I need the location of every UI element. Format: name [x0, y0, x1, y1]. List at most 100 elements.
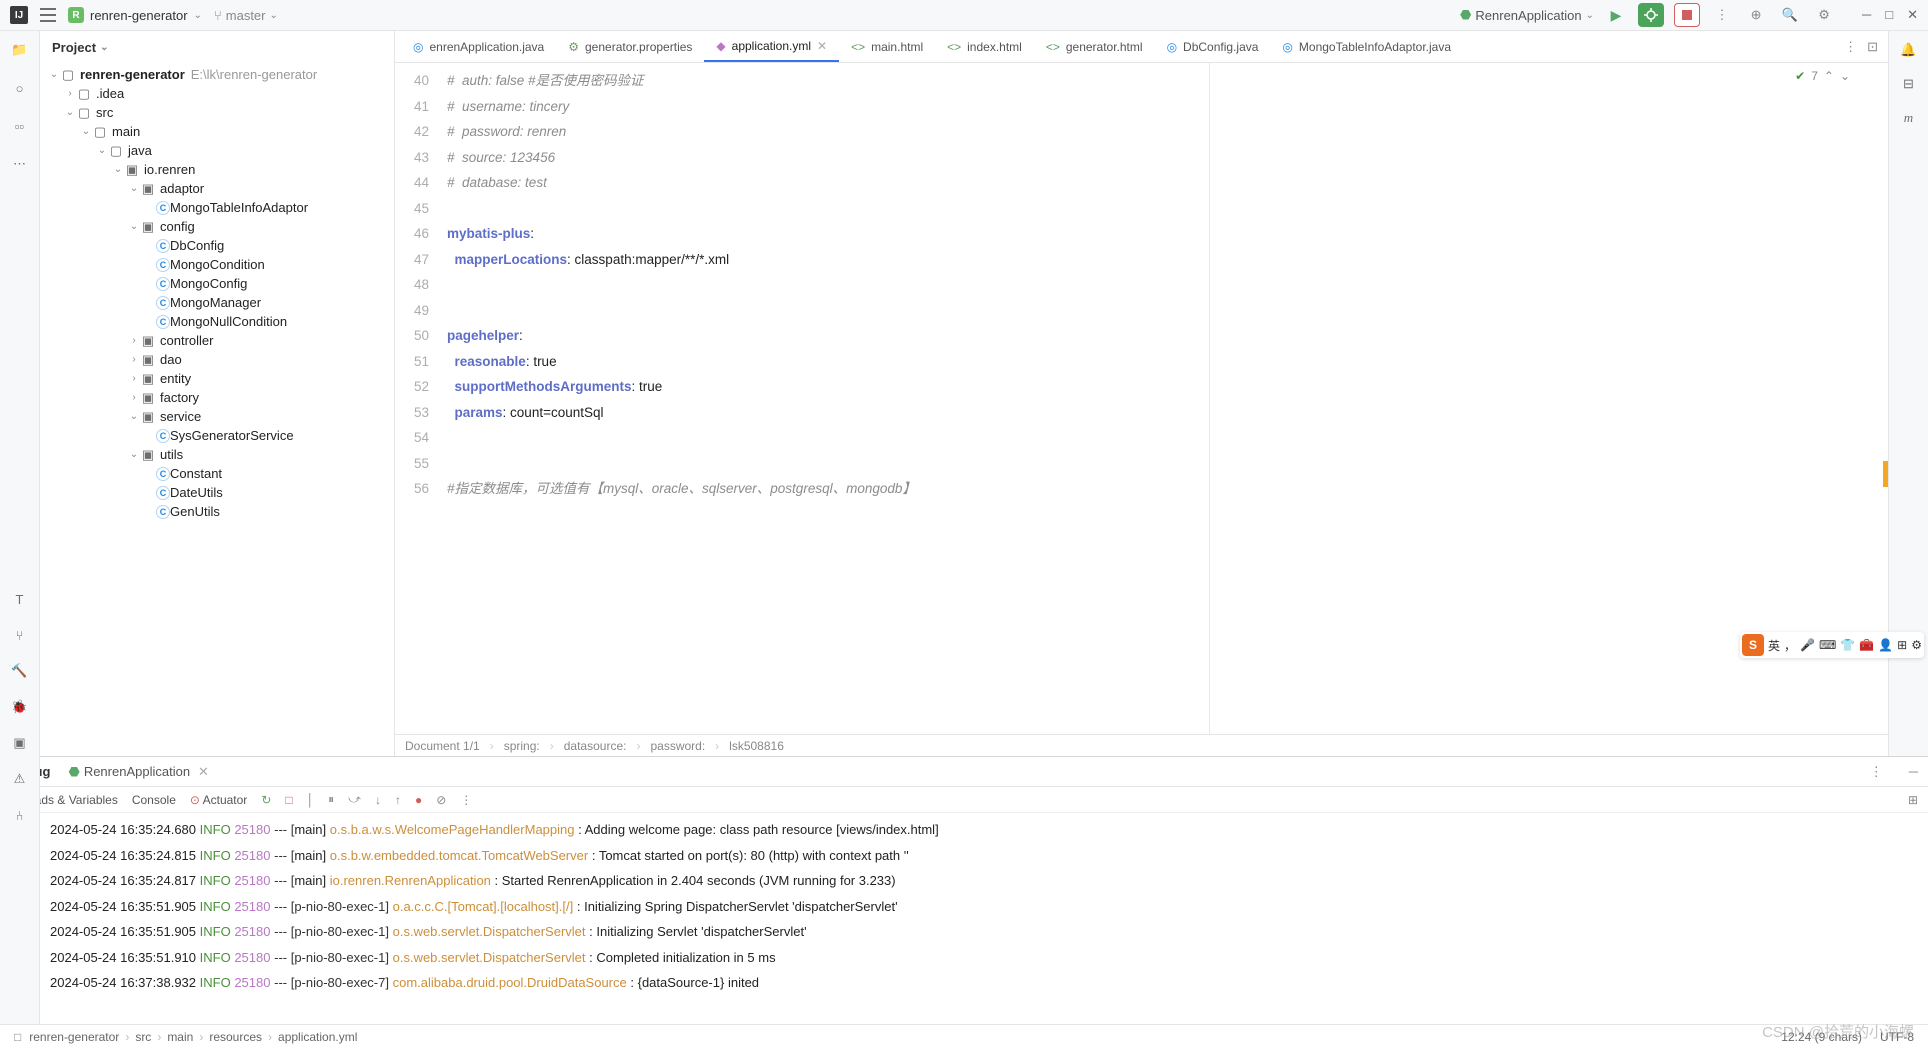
- layout-icon[interactable]: ⊞: [1908, 793, 1918, 807]
- tree-item[interactable]: ⌄▣config: [40, 217, 394, 236]
- settings-icon[interactable]: ⚙: [1812, 3, 1836, 27]
- tree-item[interactable]: CGenUtils: [40, 502, 394, 521]
- debug-run-tab[interactable]: ⬣ RenrenApplication ✕: [68, 764, 209, 780]
- tree-item[interactable]: ›▣dao: [40, 350, 394, 369]
- more-icon[interactable]: ⋮: [1710, 3, 1734, 27]
- tree-item[interactable]: CMongoManager: [40, 293, 394, 312]
- editor-tab[interactable]: ⚙generator.properties: [556, 31, 704, 62]
- editor-tab[interactable]: ◎DbConfig.java: [1155, 31, 1271, 62]
- editor-breadcrumbs[interactable]: Document 1/1›spring:›datasource:›passwor…: [395, 734, 1888, 756]
- structure-tool-icon[interactable]: ▫▫: [11, 117, 29, 135]
- step-out-icon[interactable]: ↑: [395, 793, 401, 807]
- status-breadcrumbs[interactable]: renren-generator›src›main›resources›appl…: [29, 1030, 357, 1044]
- step-over-icon[interactable]: ⤻: [348, 792, 361, 807]
- tree-item[interactable]: ⌄▣adaptor: [40, 179, 394, 198]
- tree-item[interactable]: ›▣entity: [40, 369, 394, 388]
- project-letter-icon: R: [68, 7, 84, 23]
- mute-breakpoints-icon[interactable]: ⊘: [436, 793, 446, 807]
- stop-button[interactable]: [1674, 3, 1700, 27]
- tree-item[interactable]: ⌄▣utils: [40, 445, 394, 464]
- code-with-me-icon[interactable]: ⊕: [1744, 3, 1768, 27]
- tab-more-icon[interactable]: ⋮: [1844, 39, 1857, 55]
- inspection-badge[interactable]: ✔7 ⌃⌄: [1795, 69, 1850, 83]
- ime-punct-icon[interactable]: ，: [1784, 637, 1796, 654]
- tree-item[interactable]: CMongoCondition: [40, 255, 394, 274]
- status-project-icon[interactable]: □: [14, 1030, 21, 1044]
- ime-mic-icon[interactable]: 🎤: [1800, 638, 1815, 652]
- tree-item[interactable]: ⌄▢java: [40, 141, 394, 160]
- tree-item[interactable]: CMongoConfig: [40, 274, 394, 293]
- tree-item[interactable]: CConstant: [40, 464, 394, 483]
- run-config-icon: ⬣: [68, 764, 79, 780]
- view-breakpoints-icon[interactable]: ●: [415, 793, 422, 807]
- editor-tab[interactable]: <>index.html: [935, 31, 1034, 62]
- ime-lang[interactable]: 英: [1768, 637, 1780, 654]
- debug-panel: Debug ⬣ RenrenApplication ✕ ⋮ ─ Threads …: [0, 756, 1928, 1024]
- tree-item[interactable]: CDateUtils: [40, 483, 394, 502]
- tree-item[interactable]: ⌄▢src: [40, 103, 394, 122]
- stop-icon[interactable]: □: [285, 793, 292, 807]
- run-config-label: RenrenApplication: [1475, 8, 1581, 23]
- minimize-button[interactable]: ─: [1862, 7, 1871, 23]
- code-content[interactable]: # auth: false #是否使用密码验证# username: tince…: [439, 63, 1888, 734]
- editor-body[interactable]: ✔7 ⌃⌄ 4041424344454647484950515253545556…: [395, 63, 1888, 734]
- project-tool-icon[interactable]: 📁: [11, 41, 29, 59]
- ime-user-icon[interactable]: 👤: [1878, 638, 1893, 652]
- tab-expand-icon[interactable]: ⊡: [1867, 39, 1878, 55]
- database-tool-icon[interactable]: ⊟: [1900, 75, 1918, 93]
- commit-tool-icon[interactable]: ○: [11, 79, 29, 97]
- editor-tab[interactable]: ◆application.yml✕: [704, 31, 839, 62]
- tree-item[interactable]: ⌄▣service: [40, 407, 394, 426]
- ime-grid-icon[interactable]: ⊞: [1897, 638, 1907, 652]
- notifications-icon[interactable]: 🔔: [1900, 41, 1918, 59]
- hamburger-icon[interactable]: [40, 8, 56, 22]
- project-selector[interactable]: R renren-generator ⌄: [68, 7, 202, 23]
- search-icon[interactable]: 🔍: [1778, 3, 1802, 27]
- tree-item[interactable]: ⌄▢renren-generatorE:\lk\renren-generator: [40, 65, 394, 84]
- tree-item[interactable]: ⌄▢main: [40, 122, 394, 141]
- more-icon[interactable]: ⋮: [460, 793, 472, 807]
- tree-item[interactable]: ›▣controller: [40, 331, 394, 350]
- more-tools-icon[interactable]: ⋯: [11, 155, 29, 173]
- debug-button[interactable]: [1638, 3, 1664, 27]
- debug-minimize-icon[interactable]: ─: [1909, 764, 1918, 779]
- console-output[interactable]: 2024-05-24 16:35:24.680 INFO 25180 --- […: [40, 813, 1928, 1024]
- tree-item[interactable]: CSysGeneratorService: [40, 426, 394, 445]
- ime-skin-icon[interactable]: 👕: [1840, 638, 1855, 652]
- text-icon[interactable]: T: [11, 590, 29, 608]
- close-button[interactable]: ✕: [1907, 7, 1918, 23]
- build-icon[interactable]: 🔨: [11, 662, 29, 680]
- tree-item[interactable]: ⌄▣io.renren: [40, 160, 394, 179]
- rerun-icon[interactable]: ↻: [261, 793, 271, 807]
- tree-item[interactable]: ›▣factory: [40, 388, 394, 407]
- editor-tab[interactable]: <>main.html: [839, 31, 935, 62]
- vcs-branch[interactable]: ⑂ master ⌄: [214, 8, 278, 23]
- console-tab[interactable]: Console: [132, 793, 176, 807]
- tree-item[interactable]: CDbConfig: [40, 236, 394, 255]
- vcs-tool-icon[interactable]: ⑃: [11, 806, 29, 824]
- resume-icon[interactable]: ⏸: [328, 792, 334, 807]
- editor-tab[interactable]: ◎enrenApplication.java: [401, 31, 556, 62]
- maximize-button[interactable]: □: [1885, 7, 1893, 23]
- run-config-selector[interactable]: ⬣ RenrenApplication ⌄: [1460, 7, 1594, 23]
- terminal-icon[interactable]: ▣: [11, 734, 29, 752]
- step-into-icon[interactable]: ↓: [375, 793, 381, 807]
- run-button[interactable]: ▶: [1604, 3, 1628, 27]
- ime-settings-icon[interactable]: ⚙: [1911, 638, 1922, 652]
- ime-kbd-icon[interactable]: ⌨: [1819, 638, 1836, 652]
- tree-item[interactable]: ›▢.idea: [40, 84, 394, 103]
- actuator-tab[interactable]: ⊙ Actuator: [190, 793, 247, 807]
- ime-tool-icon[interactable]: 🧰: [1859, 638, 1874, 652]
- tree-item[interactable]: CMongoNullCondition: [40, 312, 394, 331]
- chevron-down-icon[interactable]: ⌄: [100, 42, 108, 53]
- git-icon[interactable]: ⑂: [11, 626, 29, 644]
- problems-icon[interactable]: ⚠: [11, 770, 29, 788]
- editor-tab[interactable]: <>generator.html: [1034, 31, 1155, 62]
- editor-tab[interactable]: ◎MongoTableInfoAdaptor.java: [1270, 31, 1463, 62]
- maven-tool-icon[interactable]: m: [1900, 109, 1918, 127]
- close-icon[interactable]: ✕: [198, 764, 209, 780]
- ime-toolbar[interactable]: S 英 ， 🎤 ⌨ 👕 🧰 👤 ⊞ ⚙: [1740, 632, 1924, 658]
- debug-tool-icon[interactable]: 🐞: [11, 698, 29, 716]
- tree-item[interactable]: CMongoTableInfoAdaptor: [40, 198, 394, 217]
- debug-more-icon[interactable]: ⋮: [1870, 764, 1883, 780]
